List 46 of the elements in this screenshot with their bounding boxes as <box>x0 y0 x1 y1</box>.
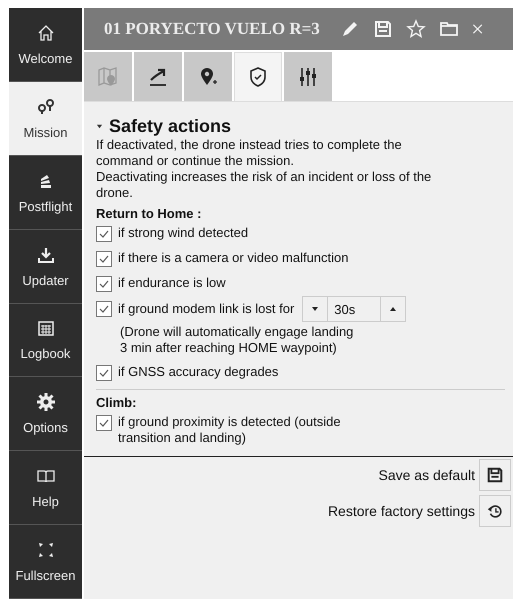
caret-icon[interactable] <box>96 123 103 130</box>
timeout-stepper[interactable]: 30s <box>302 296 406 322</box>
settings-icon <box>36 392 56 412</box>
checkbox[interactable] <box>96 415 112 431</box>
action-label: Save as default <box>378 467 475 483</box>
checkbox-label: if endurance is low <box>118 275 226 291</box>
save-icon <box>486 466 504 484</box>
tab[interactable] <box>284 52 332 101</box>
checkbox-label: if there is a camera or video malfunction <box>118 250 348 266</box>
restore-icon <box>486 502 504 520</box>
checkmark-icon <box>98 367 110 379</box>
group-heading: Return to Home : <box>96 206 202 221</box>
sidebar-item[interactable]: Mission <box>9 82 82 156</box>
caret-down-icon <box>311 305 320 313</box>
description-text: If deactivated, the drone instead tries to complete the command or continue the mission. <box>96 137 403 169</box>
description-text: Deactivating increases the risk of an incident or loss of the drone. <box>96 169 432 201</box>
checkmark-icon <box>98 253 110 265</box>
window-title: 01 PORYECTO VUELO R=3 <box>104 19 320 39</box>
folder-icon[interactable] <box>438 19 459 39</box>
checkmark-icon <box>98 278 110 290</box>
checkbox-label: if GNSS accuracy degrades <box>118 364 278 380</box>
caret-up-icon <box>389 305 398 313</box>
checkbox[interactable] <box>96 365 112 381</box>
timeout-field[interactable]: 30s <box>327 297 382 321</box>
star-icon[interactable] <box>406 19 426 39</box>
checkbox[interactable] <box>96 251 112 267</box>
checkbox[interactable] <box>96 276 112 292</box>
action-label: Restore factory settings <box>328 503 475 519</box>
section-title: Safety actions <box>109 116 232 137</box>
group-heading: Climb: <box>96 395 138 410</box>
checkbox-label: if ground proximity is detected (outside transition and landing) <box>118 414 342 446</box>
tab[interactable] <box>134 52 182 101</box>
checkmark-icon <box>98 417 110 429</box>
save-icon[interactable] <box>372 19 393 39</box>
checkbox[interactable] <box>96 226 112 242</box>
checkbox-label: if strong wind detected <box>118 225 248 241</box>
save-default-button[interactable] <box>479 459 511 491</box>
checkmark-icon <box>98 228 110 240</box>
checkmark-icon <box>98 303 110 315</box>
note-text: (Drone will automatically engage landing 3 min after reaching HOME waypoint) <box>119 324 354 356</box>
map-pins-icon <box>36 96 56 117</box>
checkbox[interactable] <box>96 301 112 317</box>
tab[interactable] <box>234 52 282 101</box>
tab[interactable] <box>184 52 232 101</box>
restore-button[interactable] <box>479 495 511 527</box>
checkbox-label: if ground modem link is lost for <box>118 301 294 317</box>
